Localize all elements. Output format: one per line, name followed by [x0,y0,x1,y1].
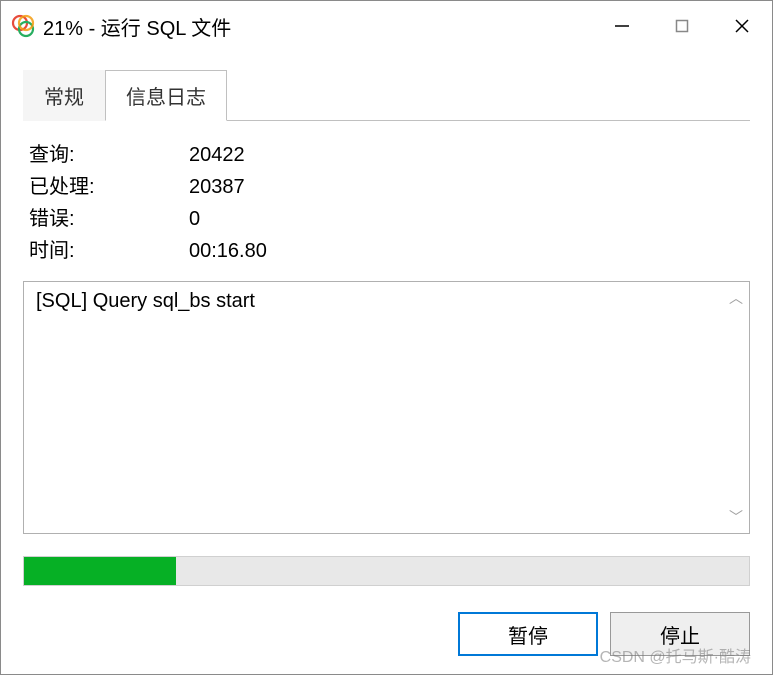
maximize-button[interactable] [652,1,712,51]
stat-processed: 已处理: 20387 [29,171,744,203]
stats-panel: 查询: 20422 已处理: 20387 错误: 0 时间: 00:16.80 [23,139,750,267]
stat-time-value: 00:16.80 [189,235,267,267]
progress-fill [24,557,176,585]
content-area: 常规 信息日志 查询: 20422 已处理: 20387 错误: 0 时间: [1,51,772,674]
stat-processed-label: 已处理: [29,171,189,203]
stat-error-label: 错误: [29,203,189,235]
stat-time-label: 时间: [29,235,189,267]
stat-processed-value: 20387 [189,171,245,203]
stat-query: 查询: 20422 [29,139,744,171]
tab-content: 查询: 20422 已处理: 20387 错误: 0 时间: 00:16.80 … [23,120,750,656]
scrollbar[interactable]: ︿ ﹀ [725,282,747,533]
stat-query-value: 20422 [189,139,245,171]
tab-bar: 常规 信息日志 [23,69,750,120]
progress-bar [23,556,750,586]
log-textarea[interactable]: [SQL] Query sql_bs start ︿ ﹀ [23,281,750,534]
close-button[interactable] [712,1,772,51]
tab-log[interactable]: 信息日志 [105,70,227,121]
pause-button[interactable]: 暂停 [458,612,598,656]
stat-error-value: 0 [189,203,200,235]
window-title: 21% - 运行 SQL 文件 [43,12,592,41]
stat-error: 错误: 0 [29,203,744,235]
tab-general[interactable]: 常规 [23,70,105,121]
scroll-down-icon[interactable]: ﹀ [725,507,747,527]
stat-time: 时间: 00:16.80 [29,235,744,267]
scroll-up-icon[interactable]: ︿ [725,288,747,308]
dialog-window: 21% - 运行 SQL 文件 常规 信息日志 查询: 20422 [0,0,773,675]
app-icon [11,14,35,38]
stat-query-label: 查询: [29,139,189,171]
window-controls [592,1,772,51]
minimize-button[interactable] [592,1,652,51]
stop-button[interactable]: 停止 [610,612,750,656]
button-row: 暂停 停止 [23,612,750,656]
log-line: [SQL] Query sql_bs start [36,290,255,312]
titlebar: 21% - 运行 SQL 文件 [1,1,772,51]
